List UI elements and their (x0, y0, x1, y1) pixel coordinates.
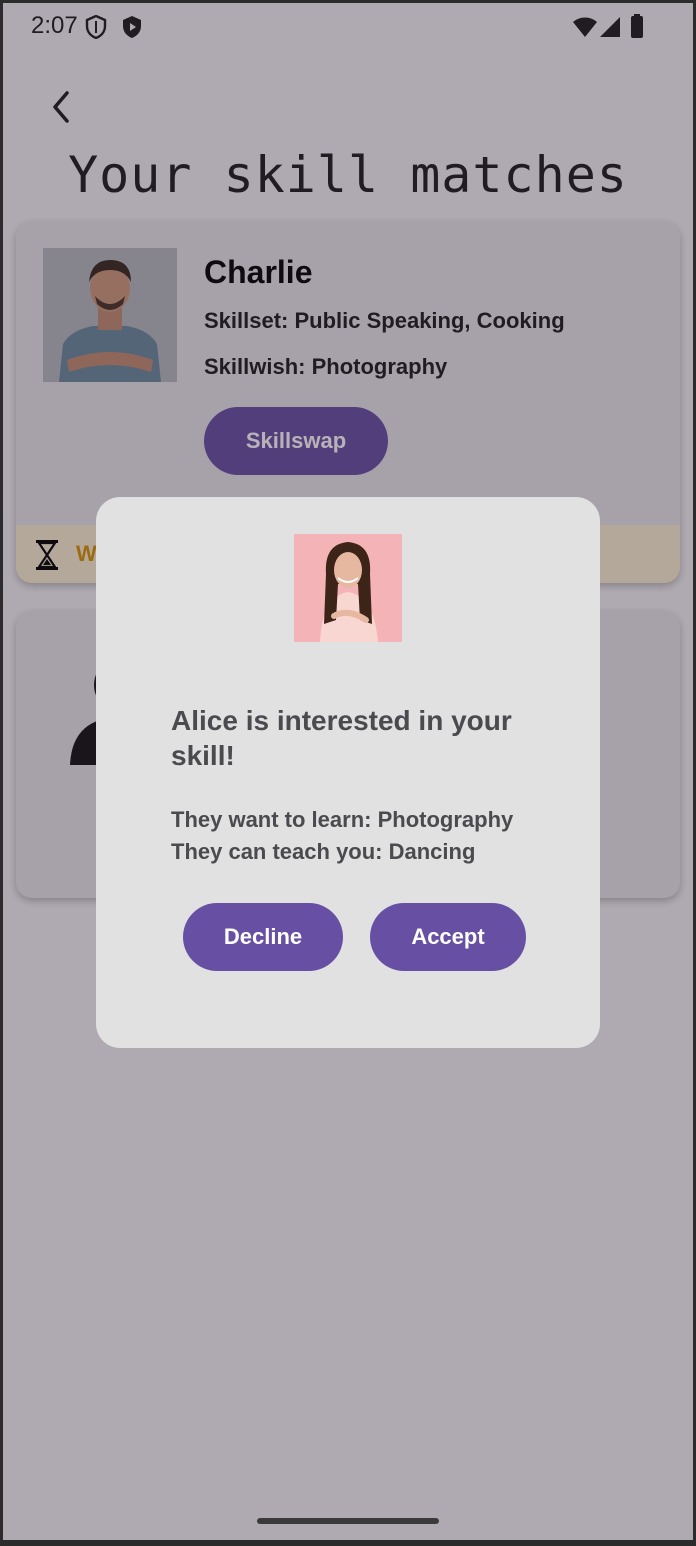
dialog-teach-line: They can teach you: Dancing (171, 839, 476, 864)
skill-request-dialog: Alice is interested in your skill! They … (96, 497, 600, 1048)
nav-gesture-handle[interactable] (257, 1518, 439, 1524)
decline-button[interactable]: Decline (183, 903, 343, 971)
accept-button[interactable]: Accept (370, 903, 526, 971)
dialog-title: Alice is interested in your skill! (171, 705, 512, 771)
requester-photo (294, 534, 402, 642)
dialog-want-line: They want to learn: Photography (171, 807, 514, 832)
app-screen: 2:07 Your skill matches Charlie Skillset… (3, 3, 693, 1540)
